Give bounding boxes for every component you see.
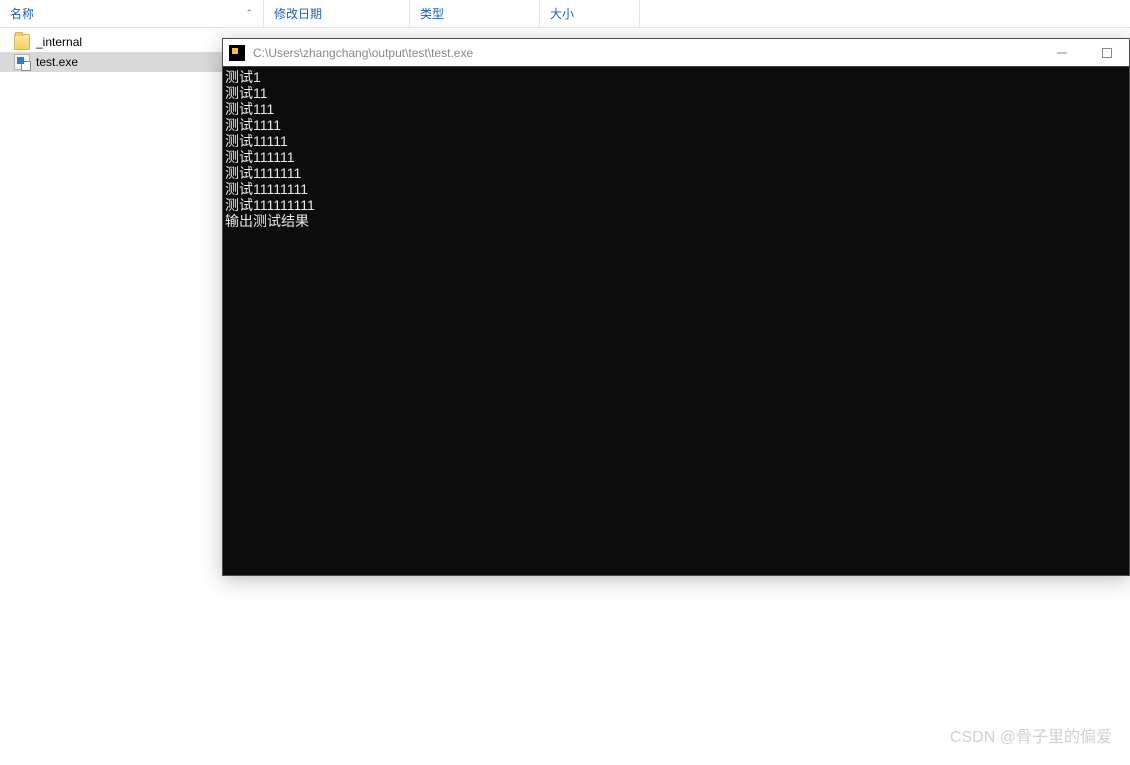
column-header-size[interactable]: 大小 xyxy=(540,0,640,27)
column-header-date[interactable]: 修改日期 xyxy=(264,0,410,27)
explorer-column-header: 名称 ⌃ 修改日期 类型 大小 xyxy=(0,0,1130,28)
console-line: 测试111111 xyxy=(223,149,1129,165)
console-line: 输出测试结果 xyxy=(223,213,1129,229)
file-name-label: test.exe xyxy=(36,55,78,69)
column-label: 修改日期 xyxy=(274,5,322,22)
watermark-text: CSDN @骨子里的偏爱 xyxy=(950,723,1112,747)
column-label: 类型 xyxy=(420,5,444,22)
console-line: 测试1111111 xyxy=(223,165,1129,181)
column-header-name[interactable]: 名称 ⌃ xyxy=(0,0,264,27)
maximize-icon xyxy=(1102,48,1112,58)
console-line: 测试11 xyxy=(223,85,1129,101)
sort-caret-icon: ⌃ xyxy=(245,8,253,19)
console-line: 测试111111111 xyxy=(223,197,1129,213)
column-header-type[interactable]: 类型 xyxy=(410,0,540,27)
console-window: C:\Users\zhangchang\output\test\test.exe… xyxy=(222,38,1130,576)
console-titlebar[interactable]: C:\Users\zhangchang\output\test\test.exe xyxy=(223,39,1129,67)
console-line: 测试111 xyxy=(223,101,1129,117)
maximize-button[interactable] xyxy=(1084,39,1129,67)
column-label: 大小 xyxy=(550,5,574,22)
console-line: 测试11111 xyxy=(223,133,1129,149)
minimize-button[interactable] xyxy=(1039,39,1084,67)
minimize-icon xyxy=(1057,48,1067,58)
exe-icon xyxy=(14,54,30,70)
console-line: 测试11111111 xyxy=(223,181,1129,197)
folder-icon xyxy=(14,34,30,50)
console-line: 测试1 xyxy=(223,69,1129,85)
console-line: 测试1111 xyxy=(223,117,1129,133)
console-app-icon xyxy=(229,45,245,61)
column-label: 名称 xyxy=(10,5,34,22)
file-name-label: _internal xyxy=(36,35,82,49)
console-title: C:\Users\zhangchang\output\test\test.exe xyxy=(253,46,1039,60)
window-controls xyxy=(1039,39,1129,66)
console-output[interactable]: 测试1测试11测试111测试1111测试11111测试111111测试11111… xyxy=(223,67,1129,575)
